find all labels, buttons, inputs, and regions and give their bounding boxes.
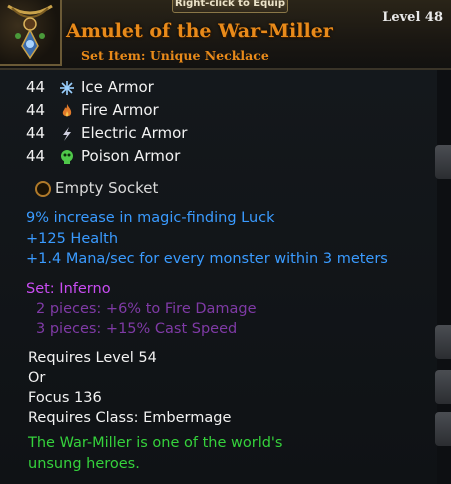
requirement: Or (28, 370, 46, 386)
item-level: Level 48 (382, 10, 443, 25)
side-tab[interactable] (435, 370, 451, 404)
equip-hint: Right-click to Equip (172, 0, 288, 13)
requirement: Requires Level 54 (28, 350, 157, 366)
flame-icon (59, 103, 75, 119)
snowflake-icon (59, 80, 75, 96)
item-type: Set Item: Unique Necklace (81, 48, 269, 63)
amulet-icon (0, 0, 62, 66)
side-tab[interactable] (435, 325, 451, 359)
armor-label: Ice Armor (81, 78, 154, 96)
armor-value: 44 (26, 101, 46, 119)
armor-value: 44 (26, 78, 46, 96)
armor-value: 44 (26, 147, 46, 165)
magic-stat: +125 Health (26, 231, 119, 247)
armor-label: Poison Armor (81, 147, 181, 165)
armor-label: Electric Armor (81, 124, 188, 142)
side-tab[interactable] (435, 412, 451, 446)
side-tab[interactable] (435, 145, 451, 179)
lightning-icon (59, 126, 75, 142)
magic-stat: 9% increase in magic-finding Luck (26, 210, 275, 226)
magic-stat: +1.4 Mana/sec for every monster within 3… (26, 251, 388, 267)
set-bonus: 3 pieces: +15% Cast Speed (36, 321, 238, 337)
flavor-text: unsung heroes. (28, 456, 140, 472)
socket-label: Empty Socket (55, 179, 159, 197)
armor-label: Fire Armor (81, 101, 159, 119)
tooltip-header: Right-click to Equip Amulet of the War-M… (0, 0, 451, 70)
item-tooltip: Right-click to Equip Amulet of the War-M… (0, 0, 451, 484)
flavor-text: The War-Miller is one of the world's (28, 435, 283, 451)
socket-icon (35, 181, 51, 197)
set-title: Set: Inferno (26, 281, 111, 297)
requirement: Requires Class: Embermage (28, 410, 232, 426)
set-bonus: 2 pieces: +6% to Fire Damage (36, 301, 257, 317)
armor-value: 44 (26, 124, 46, 142)
poison-skull-icon (59, 149, 75, 165)
item-name: Amulet of the War-Miller (66, 20, 333, 42)
requirement: Focus 136 (28, 390, 102, 406)
